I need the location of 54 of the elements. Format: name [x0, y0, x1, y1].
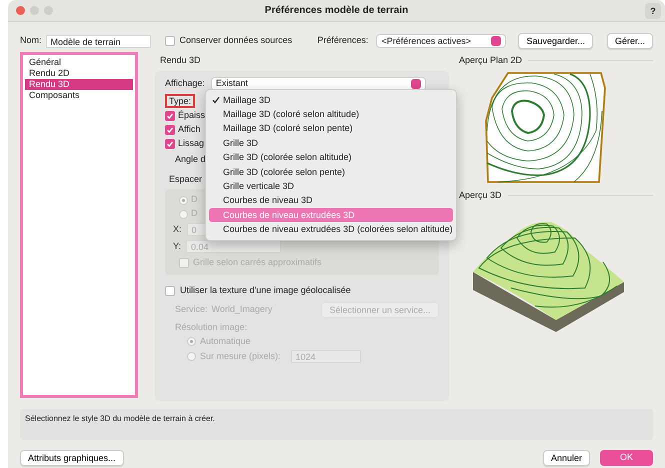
- checkbox[interactable]: [165, 286, 175, 296]
- radio-button[interactable]: [179, 196, 188, 204]
- type-label: Type:: [165, 94, 196, 108]
- preferences-dropdown[interactable]: <Préférences actives>: [376, 34, 506, 48]
- field-label: Service:: [175, 302, 208, 316]
- help-button[interactable]: ?: [645, 3, 661, 19]
- graphic-attributes-button[interactable]: Attributs graphiques...: [20, 450, 124, 466]
- menu-item[interactable]: Grille 3D (colorée selon pente): [209, 164, 453, 179]
- field-label: Nom:: [20, 34, 42, 48]
- sidebar-item[interactable]: Rendu 3D: [25, 79, 133, 90]
- field-label: Angle d: [175, 154, 206, 164]
- menu-item[interactable]: Grille verticale 3D: [209, 178, 453, 194]
- checkbox[interactable]: [164, 36, 175, 46]
- menu-item[interactable]: Courbes de niveau extrudées 3D (colorées selon altitude): [209, 222, 453, 237]
- status-message: Sélectionnez le style 3D du modèle de terrain à créer.: [20, 408, 653, 440]
- section-title: Aperçu Plan 2D: [459, 54, 522, 67]
- window-title: Préférences modèle de terrain: [264, 5, 408, 16]
- manage-button[interactable]: Gérer...: [606, 33, 653, 49]
- checkbox-label: Lissag: [178, 136, 204, 150]
- field-label: Affichage:: [165, 76, 205, 90]
- checkbox[interactable]: [165, 138, 175, 148]
- menu-item[interactable]: Grille 3D (colorée selon altitude): [209, 150, 453, 165]
- display-dropdown[interactable]: Existant: [210, 76, 426, 90]
- section-title: Rendu 3D: [160, 55, 201, 65]
- save-button[interactable]: Sauvegarder...: [518, 33, 593, 49]
- checkbox-label: Affich: [178, 122, 200, 136]
- close-button[interactable]: [16, 6, 25, 15]
- menu-item[interactable]: Maillage 3D (coloré selon pente): [209, 121, 453, 136]
- radio-label: Sur mesure (pixels):: [200, 350, 281, 363]
- field-label: X:: [173, 222, 182, 236]
- sidebar-item[interactable]: Composants: [25, 90, 133, 101]
- name-field[interactable]: Modèle de terrain: [46, 34, 151, 48]
- section-title: Aperçu 3D: [459, 188, 502, 202]
- menu-item[interactable]: Courbes de niveau 3D: [209, 193, 453, 208]
- sidebar-item[interactable]: Rendu 2D: [25, 68, 133, 79]
- field-label: Espacer: [169, 174, 202, 184]
- checkbox-label: Conserver données sources: [180, 34, 292, 48]
- checkbox[interactable]: [165, 110, 175, 120]
- radio-button[interactable]: [187, 352, 196, 361]
- field-label: Préférences:: [317, 35, 368, 46]
- field-label: Résolution image:: [175, 322, 248, 332]
- radio-label: Automatique: [200, 334, 251, 348]
- menu-item[interactable]: Maillage 3D: [209, 92, 453, 107]
- field-label: Y:: [173, 240, 182, 253]
- sidebar-item[interactable]: Général: [25, 57, 133, 68]
- radio-button[interactable]: [187, 337, 196, 346]
- checkbox-label: Épaiss: [178, 108, 206, 122]
- cancel-button[interactable]: Annuler: [542, 450, 590, 466]
- checkbox[interactable]: [165, 124, 175, 134]
- checkbox-label: Utiliser la texture d'une image géolocalisée: [180, 284, 351, 297]
- menu-item[interactable]: Grille 3D: [209, 136, 453, 150]
- service-name: World_Imagery: [212, 302, 272, 316]
- radio-button[interactable]: [179, 210, 188, 218]
- menu-item[interactable]: Maillage 3D (coloré selon altitude): [209, 106, 453, 122]
